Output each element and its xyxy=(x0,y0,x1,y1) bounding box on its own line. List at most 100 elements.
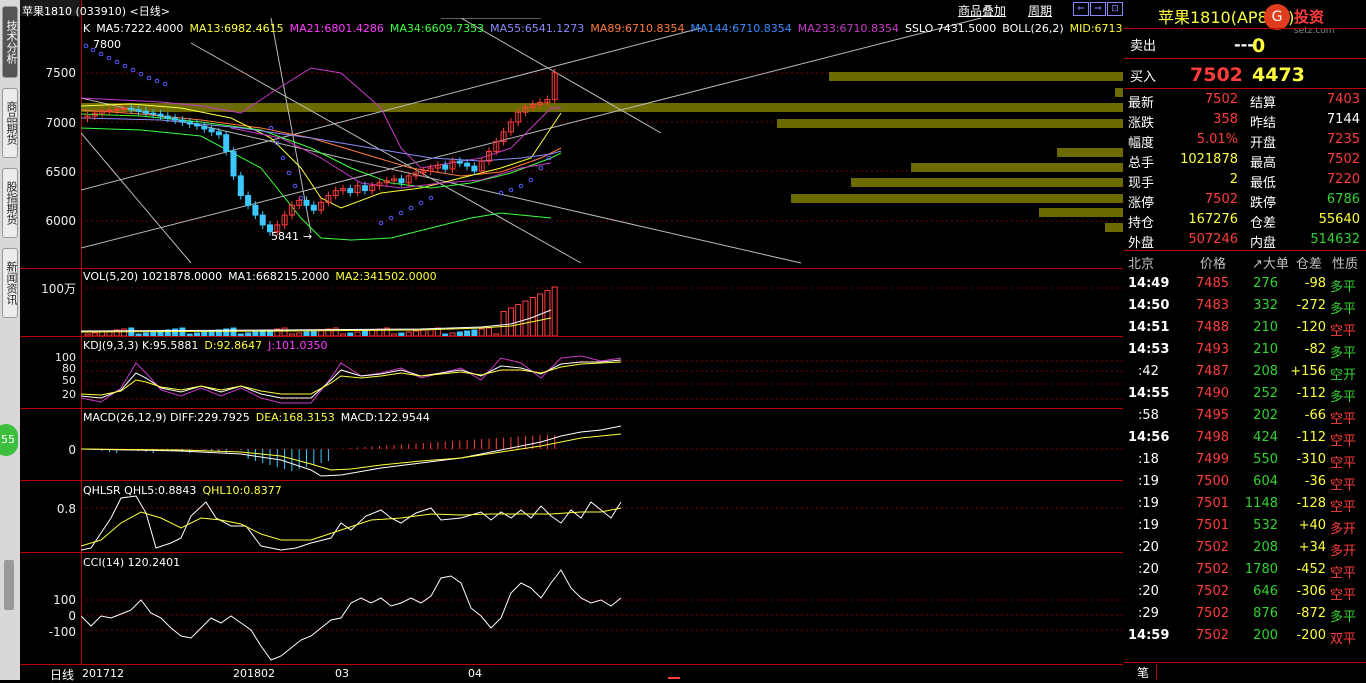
macd-tick-label: 0 xyxy=(68,443,76,457)
field-value: 167276 xyxy=(1188,212,1238,227)
candle-body xyxy=(201,125,208,130)
high-mark-label: 7800 xyxy=(93,38,121,51)
candle-body xyxy=(194,123,200,127)
tab-technical-analysis[interactable]: 技术分析 xyxy=(2,6,18,78)
qhl-legend: QHLSR QHL5:0.8843 QHL10:0.8377 xyxy=(83,484,288,497)
tick-row: 14:55 7490 252 -112 多平 xyxy=(1124,384,1366,405)
field-label: 跌停 xyxy=(1250,196,1277,211)
candle-body xyxy=(245,195,252,206)
price-tick-label: 6000 xyxy=(45,214,76,228)
panel-divider xyxy=(20,552,1123,553)
tick-time: 14:53 xyxy=(1128,342,1170,357)
macd-panel xyxy=(81,425,1123,477)
volume-profile-bar xyxy=(777,119,1123,128)
tick-price: 7495 xyxy=(1195,408,1229,423)
tick-type: 空平 xyxy=(1330,500,1357,515)
candle-body xyxy=(303,199,310,206)
tick-price: 7502 xyxy=(1195,584,1229,599)
scrollbar-handle[interactable] xyxy=(4,560,14,610)
scroll-right-icon[interactable]: ⇒ xyxy=(1090,2,1106,16)
field-label: 外盘 xyxy=(1128,236,1155,251)
tick-volume: 1148 xyxy=(1244,496,1278,511)
tab-ticks[interactable]: 笔 xyxy=(1130,664,1157,680)
tick-row: :29 7502 876 -872 多平 xyxy=(1124,604,1366,625)
cci-panel xyxy=(81,569,1123,661)
field-value: 55640 xyxy=(1318,212,1360,227)
field-value: 514632 xyxy=(1310,232,1360,247)
tick-volume: 1780 xyxy=(1244,562,1278,577)
date-tick: 04 xyxy=(468,667,482,680)
period-button[interactable]: 周期 xyxy=(1028,2,1052,19)
price-tick-label: 6500 xyxy=(45,165,76,179)
field-label: 最低 xyxy=(1250,176,1277,191)
field-label: 仓差 xyxy=(1250,216,1277,231)
candle-body xyxy=(157,113,164,117)
tick-type: 空平 xyxy=(1330,588,1357,603)
candle-body xyxy=(230,150,237,177)
tick-time: :42 xyxy=(1138,364,1159,379)
quote-field-row: 持仓 167276 仓差 55640 xyxy=(1124,210,1366,231)
volume-bar xyxy=(551,286,558,337)
candle-body xyxy=(128,107,135,111)
tick-time: 14:51 xyxy=(1128,320,1170,335)
tab-news[interactable]: 新闻资讯 xyxy=(2,248,18,318)
legend-item: QHL10:0.8377 xyxy=(202,484,282,497)
tick-volume: 604 xyxy=(1253,474,1278,489)
tick-row: 14:51 7488 210 -120 空平 xyxy=(1124,318,1366,339)
cci-tick-label: -100 xyxy=(48,625,76,639)
tab-commodity-futures[interactable]: 商品期货 xyxy=(2,88,18,158)
tick-time: 14:59 xyxy=(1128,628,1170,643)
tick-volume: 276 xyxy=(1253,276,1278,291)
tick-time: 14:50 xyxy=(1128,298,1170,313)
tick-time: :29 xyxy=(1138,606,1159,621)
tick-row: 14:53 7493 210 -82 多平 xyxy=(1124,340,1366,361)
volume-bar xyxy=(544,290,551,337)
volume-profile-bar xyxy=(1057,148,1123,157)
date-tick: 03 xyxy=(335,667,349,680)
tick-price: 7490 xyxy=(1195,386,1229,401)
volume-bar xyxy=(281,327,288,337)
field-label: 涨跌 xyxy=(1128,116,1155,131)
volume-profile-bar xyxy=(911,163,1123,172)
tab-index-futures[interactable]: 股指期货 xyxy=(2,168,18,238)
tick-price: 7500 xyxy=(1195,474,1229,489)
legend-item: BOLL(26,2) xyxy=(1002,22,1064,35)
tick-time: :19 xyxy=(1138,518,1159,533)
tick-time: :20 xyxy=(1138,562,1159,577)
date-tick: 201802 xyxy=(233,667,275,680)
tick-price: 7483 xyxy=(1195,298,1229,313)
field-value: 6786 xyxy=(1326,192,1360,207)
candle-body xyxy=(121,107,127,110)
tick-time: :18 xyxy=(1138,452,1159,467)
field-value: 358 xyxy=(1213,112,1238,127)
tick-volume: 210 xyxy=(1253,342,1278,357)
tick-row: :20 7502 208 +34 多开 xyxy=(1124,538,1366,559)
tick-oi-diff: +40 xyxy=(1298,518,1326,533)
field-label: 总手 xyxy=(1128,156,1155,171)
legend-item: MA5:7222.4000 xyxy=(96,22,184,35)
quote-field-row: 幅度 5.01% 开盘 7235 xyxy=(1124,130,1366,151)
scroll-indicator[interactable] xyxy=(668,677,680,679)
legend-item: CCI(14) 120.2401 xyxy=(83,556,181,569)
volume-profile-bar xyxy=(1115,88,1123,97)
tick-row: :19 7501 532 +40 多开 xyxy=(1124,516,1366,537)
left-tab-strip: 技术分析 商品期货 股指期货 新闻资讯 55 xyxy=(0,0,21,680)
maximize-icon[interactable]: ⊡ xyxy=(1107,2,1123,16)
overlay-commodity-button[interactable]: 商品叠加 xyxy=(958,2,1006,19)
field-label: 最新 xyxy=(1128,96,1155,111)
status-badge[interactable]: 55 xyxy=(0,424,18,456)
quote-field-row: 涨跌 358 昨结 7144 xyxy=(1124,110,1366,131)
tick-row: 14:59 7502 200 -200 双平 xyxy=(1124,626,1366,647)
field-value: 7144 xyxy=(1326,112,1360,127)
quote-field-row: 外盘 507246 内盘 514632 xyxy=(1124,230,1366,251)
price-tick-label: 7500 xyxy=(45,66,76,80)
scroll-left-icon[interactable]: ⇐ xyxy=(1073,2,1089,16)
tick-price: 7485 xyxy=(1195,276,1229,291)
trend-lines xyxy=(81,18,982,264)
tick-row: :58 7495 202 -66 空平 xyxy=(1124,406,1366,427)
tick-type: 空平 xyxy=(1330,434,1357,449)
panel-divider xyxy=(20,268,1123,269)
legend-item: MA144:6710.8354 xyxy=(690,22,792,35)
panel-divider xyxy=(20,480,1123,481)
legend-item: MA21:6801.4286 xyxy=(289,22,384,35)
